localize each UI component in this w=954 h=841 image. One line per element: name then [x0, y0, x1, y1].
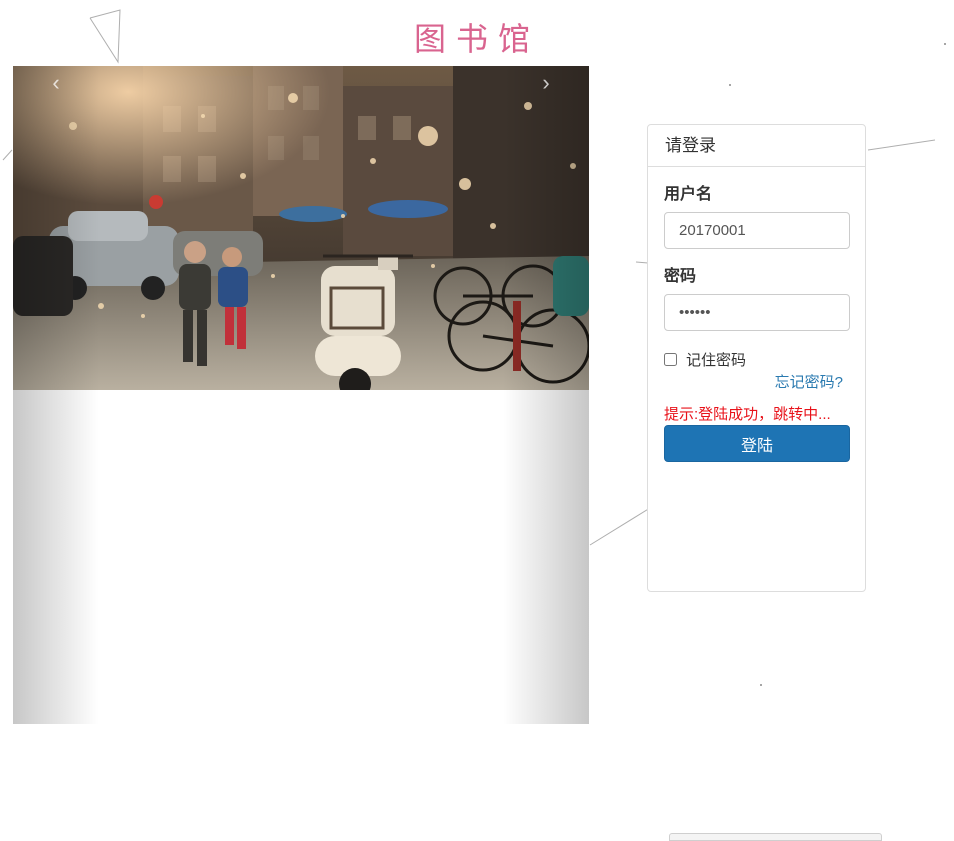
image-carousel[interactable]: ‹ › — [13, 66, 589, 724]
login-status-message: 提示:登陆成功，跳转中... — [664, 406, 831, 423]
remember-password-label: 记住密码 — [686, 351, 747, 369]
site-title: 图书馆 — [413, 21, 540, 57]
password-input[interactable] — [664, 294, 850, 331]
login-panel-heading: 请登录 — [648, 125, 865, 167]
login-form: 用户名 密码 记住密码 忘记密码? 提示:登陆成功，跳转中... 登陆 — [648, 184, 865, 462]
remember-row: 记住密码 — [664, 349, 849, 369]
carousel-right-fade — [503, 66, 589, 724]
forgot-row: 忘记密码? — [664, 371, 849, 393]
bottom-edge-panel — [669, 833, 882, 841]
username-label: 用户名 — [664, 186, 713, 203]
username-input[interactable] — [664, 212, 850, 249]
login-button[interactable]: 登陆 — [664, 425, 850, 462]
remember-password-checkbox[interactable] — [664, 352, 677, 366]
login-panel: 请登录 用户名 密码 记住密码 忘记密码? 提示:登陆成功，跳转中... 登陆 — [647, 124, 866, 592]
carousel-left-fade — [13, 66, 99, 724]
password-label: 密码 — [664, 268, 697, 285]
forgot-password-link[interactable]: 忘记密码? — [775, 374, 843, 391]
carousel-prev-icon[interactable]: ‹ — [41, 70, 71, 96]
carousel-next-icon[interactable]: › — [531, 70, 561, 96]
